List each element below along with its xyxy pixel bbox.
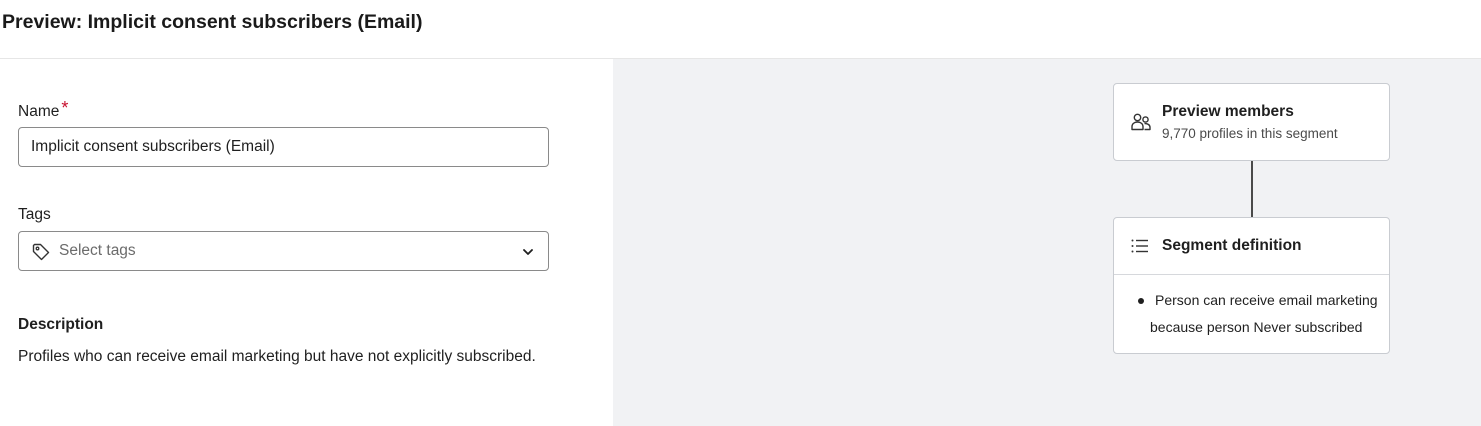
description-text: Profiles who can receive email marketing…	[18, 348, 536, 365]
description-heading: Description	[18, 316, 104, 333]
name-label: Name *	[18, 98, 69, 121]
page-title: Preview: Implicit consent subscribers (E…	[2, 11, 423, 33]
name-input[interactable]	[18, 127, 549, 167]
tag-icon	[31, 242, 51, 262]
segment-preview-pane: Preview members 9,770 profiles in this s…	[613, 59, 1481, 426]
tags-label: Tags	[18, 206, 51, 223]
people-icon	[1130, 111, 1152, 133]
segment-definition-header: Segment definition	[1114, 218, 1389, 275]
definition-condition-line-1: Person can receive email marketing	[1155, 292, 1378, 308]
profile-count: 9,770 profiles in this segment	[1162, 126, 1338, 141]
definition-condition-line-2: because person Never subscribed	[1150, 319, 1363, 335]
segment-definition-card: Segment definition Person can receive em…	[1113, 217, 1390, 354]
page-header: Preview: Implicit consent subscribers (E…	[0, 0, 1481, 59]
list-icon	[1131, 238, 1149, 254]
chevron-down-icon[interactable]	[520, 244, 536, 260]
segment-form: Name* Tags Select tags Description Profi…	[0, 59, 613, 426]
tags-select[interactable]: Select tags	[18, 231, 549, 271]
bullet	[1138, 298, 1144, 304]
name-label-text: Name	[18, 103, 60, 120]
segment-definition-title: Segment definition	[1162, 237, 1302, 254]
preview-members-title: Preview members	[1162, 103, 1294, 120]
segment-definition-body: Person can receive email marketing becau…	[1114, 276, 1389, 354]
tags-placeholder: Select tags	[59, 242, 136, 259]
flow-connector	[1251, 161, 1253, 217]
required-marker: *	[61, 98, 69, 118]
preview-members-card[interactable]: Preview members 9,770 profiles in this s…	[1113, 83, 1390, 161]
